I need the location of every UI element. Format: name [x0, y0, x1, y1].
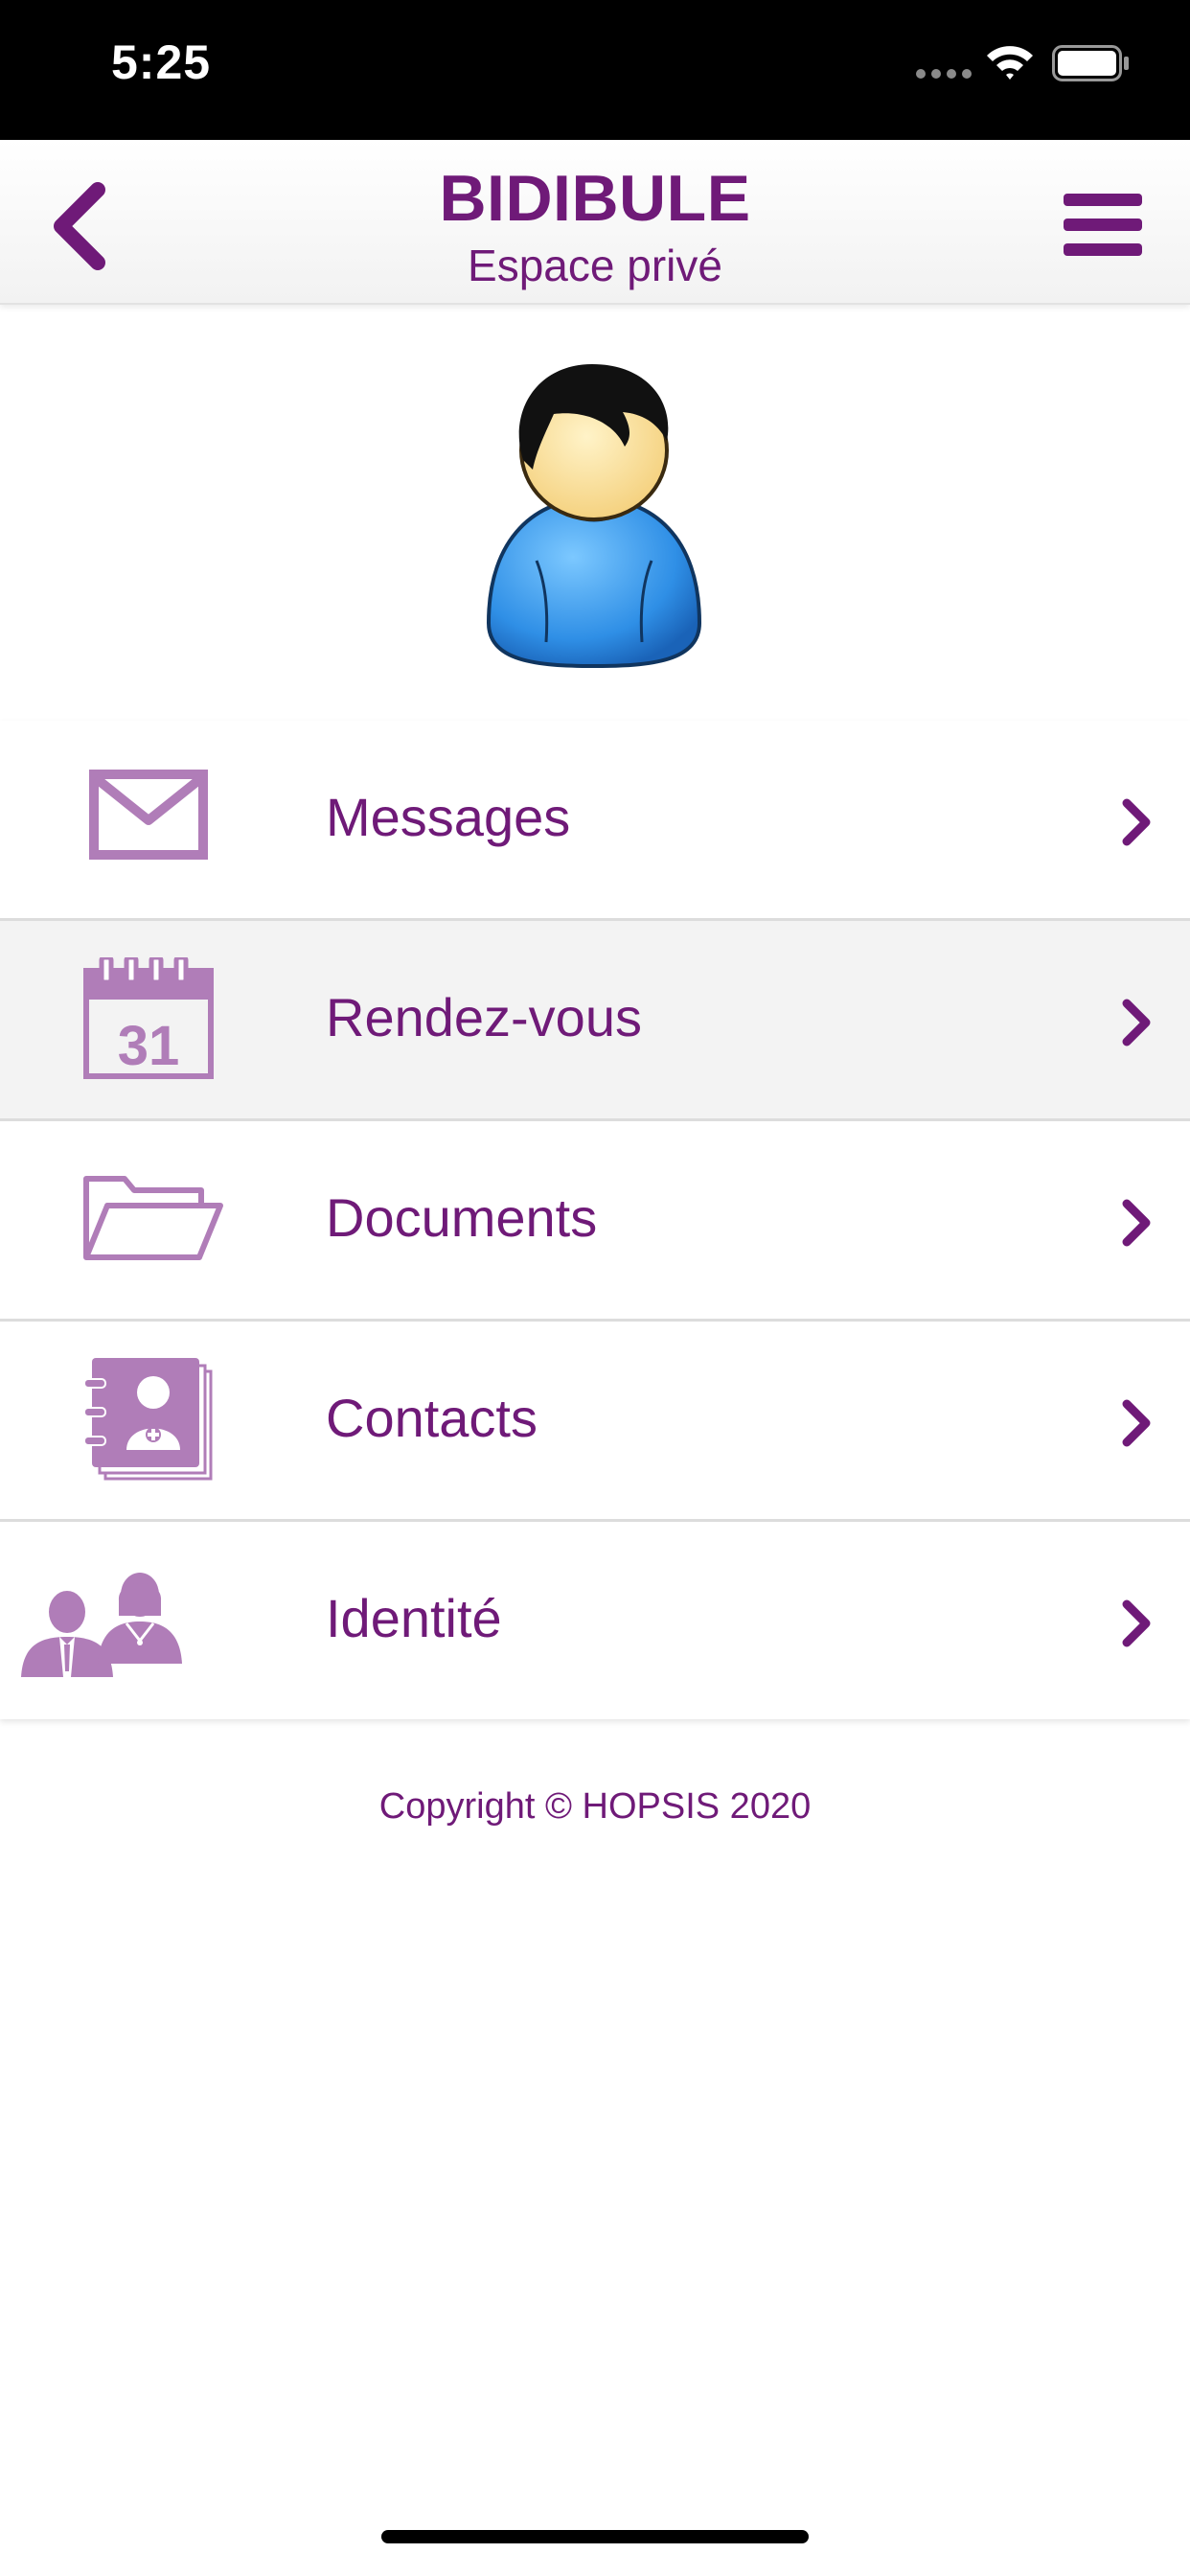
calendar-icon: 31: [83, 957, 214, 1079]
copyright-text: Copyright © HOPSIS 2020: [378, 1786, 812, 1827]
menu-item-label: Messages: [326, 787, 571, 847]
page-subtitle: Espace privé: [468, 241, 722, 290]
battery-icon: [1052, 45, 1129, 81]
people-icon: [21, 1573, 182, 1677]
menu-item-label: Documents: [326, 1187, 598, 1248]
menu-item-messages[interactable]: Messages: [0, 721, 1190, 921]
chevron-right-icon: [1122, 798, 1151, 846]
menu-item-rendez-vous[interactable]: 31 Rendez-vous: [0, 921, 1190, 1121]
envelope-icon: [89, 770, 208, 860]
menu-item-label: Rendez-vous: [326, 987, 642, 1047]
folder-icon: [83, 1176, 223, 1260]
menu-item-label: Identité: [326, 1588, 502, 1648]
hamburger-menu-icon[interactable]: [1054, 188, 1150, 264]
menu-item-contacts[interactable]: Contacts: [0, 1322, 1190, 1522]
chevron-right-icon: [1122, 1399, 1151, 1447]
chevron-right-icon: [1122, 1199, 1151, 1247]
user-avatar-icon: [486, 364, 702, 669]
wifi-icon: [987, 46, 1033, 80]
chevron-right-icon: [1122, 999, 1151, 1046]
address-book-icon: [83, 1358, 213, 1481]
menu-item-label: Contacts: [326, 1388, 538, 1448]
home-indicator[interactable]: [381, 2530, 809, 2543]
calendar-day: 31: [118, 1015, 180, 1077]
menu-list: Messages 31 Rendez-vous Documents Contac…: [0, 721, 1190, 1719]
status-time: 5:25: [111, 35, 212, 89]
cellular-signal-icon: [916, 69, 973, 80]
menu-item-identite[interactable]: Identité: [0, 1522, 1190, 1719]
status-bar: 5:25: [0, 0, 1190, 140]
header-bar: BIDIBULE Espace privé: [0, 140, 1190, 305]
menu-item-documents[interactable]: Documents: [0, 1121, 1190, 1322]
chevron-right-icon: [1122, 1599, 1151, 1647]
page-title: BIDIBULE: [439, 162, 751, 235]
